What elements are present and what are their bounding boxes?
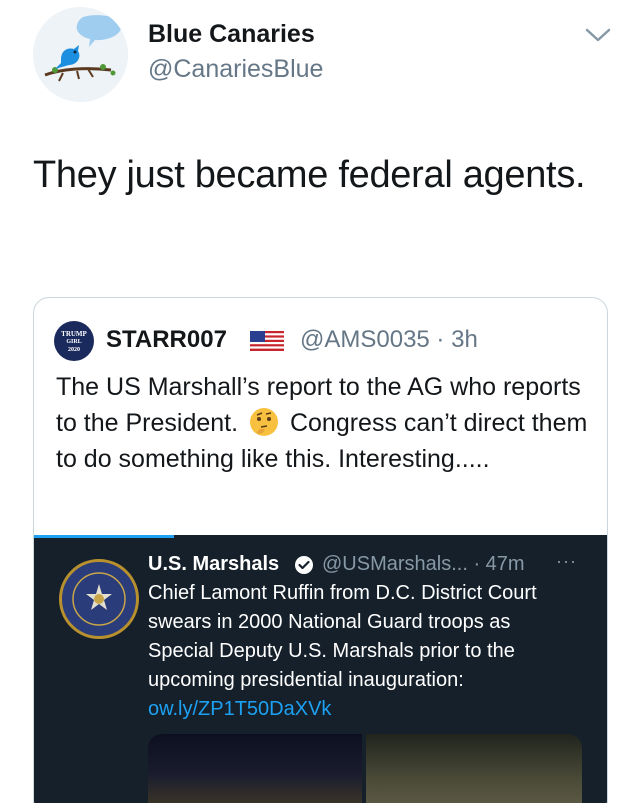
embedded-tweet-image[interactable]: U.S. Marshals @USMarshals... · 47m ··· C… [34, 535, 607, 803]
troops-closeup-photo [366, 734, 582, 803]
embedded-text: Chief Lamont Ruffin from D.C. District C… [148, 582, 537, 691]
author-avatar[interactable] [33, 7, 128, 102]
embedded-tweet-text: Chief Lamont Ruffin from D.C. District C… [148, 579, 568, 724]
more-options-icon: ··· [556, 551, 577, 571]
quoted-handle-time[interactable]: @AMS0035 · 3h [300, 326, 478, 354]
embedded-link: ow.ly/ZP1T50DaXVk [148, 698, 332, 720]
author-handle[interactable]: @CanariesBlue [148, 55, 323, 84]
quoted-tweet-text: The US Marshall’s report to the AG who r… [56, 369, 596, 477]
avatar-text-line: TRUMP [61, 330, 87, 338]
quoted-author-name[interactable]: STARR007 [106, 326, 227, 354]
blue-bird-logo [33, 7, 128, 102]
troops-night-photo [148, 734, 362, 803]
author-name[interactable]: Blue Canaries [148, 20, 315, 49]
quoted-tweet-card[interactable]: TRUMP GIRL 2020 STARR007 @AMS0035 · 3h T… [33, 297, 608, 803]
avatar-text-line: 2020 [68, 347, 80, 353]
embed-top-accent [34, 535, 174, 538]
embedded-handle-time: @USMarshals... · 47m [322, 553, 525, 575]
us-marshals-seal-icon [59, 559, 139, 639]
embedded-author-name: U.S. Marshals [148, 553, 280, 575]
chevron-down-icon[interactable] [583, 24, 613, 46]
verified-badge-icon [295, 556, 313, 574]
thinking-face-emoji [250, 408, 279, 436]
tweet-text: They just became federal agents. [33, 154, 586, 196]
embedded-photos [148, 734, 582, 803]
avatar-text-line: GIRL [66, 339, 82, 345]
us-flag-emoji [250, 331, 284, 351]
quoted-author-avatar[interactable]: TRUMP GIRL 2020 [54, 321, 94, 361]
